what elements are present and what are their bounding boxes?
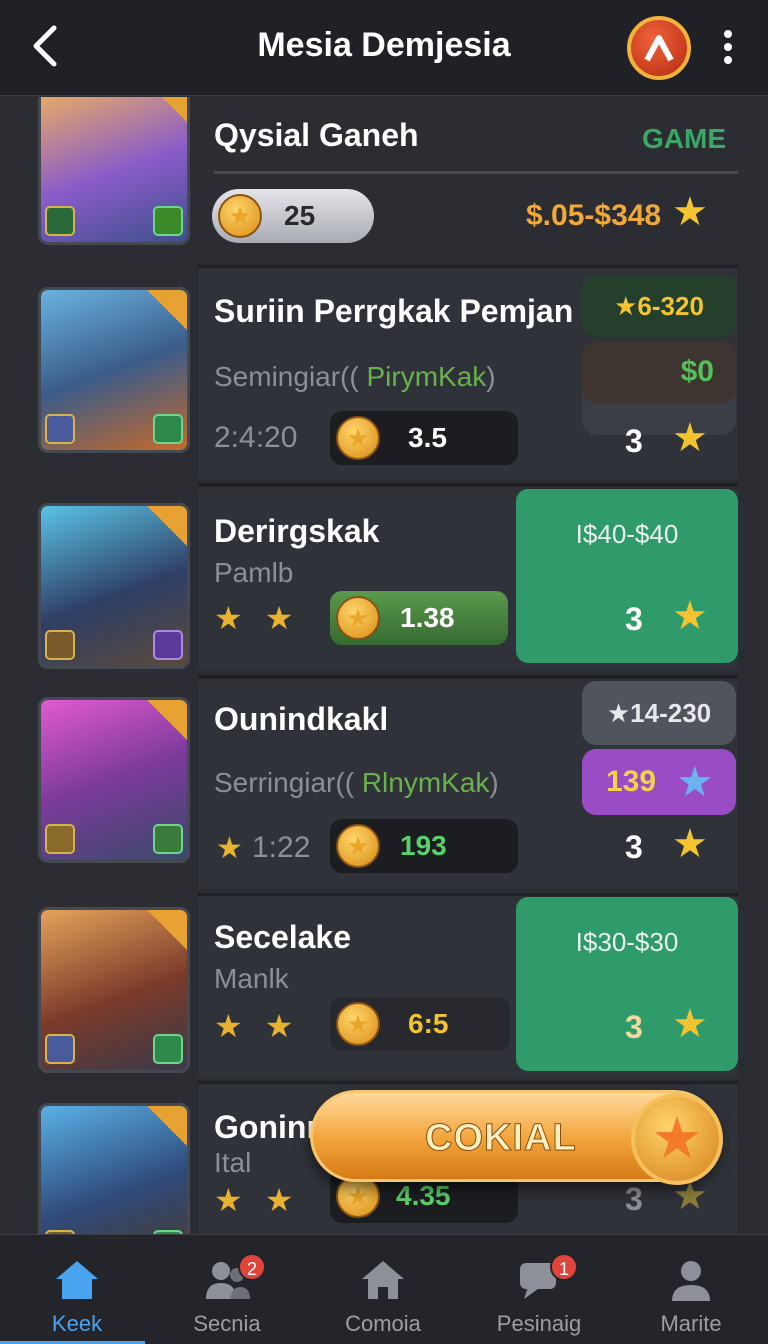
logo-icon: [644, 35, 674, 62]
reward-tag: $0: [582, 341, 736, 403]
game-tag: GAME: [642, 123, 726, 154]
star-icon: ★: [672, 1002, 708, 1046]
list-item[interactable]: Secelake Manlk ★★ 6:5 I$30-$30 3 ★: [0, 897, 768, 1077]
avatar: [38, 1103, 190, 1234]
tab-profile[interactable]: Marite: [614, 1235, 768, 1344]
coin-icon: [336, 1002, 380, 1046]
star-coin-icon: ★: [631, 1093, 723, 1185]
rating-stars: ★★: [214, 1182, 316, 1218]
item-title: Goninı: [214, 1109, 316, 1145]
profile-icon: [672, 1261, 710, 1301]
home-icon: [56, 1261, 98, 1299]
timer: 1:22: [252, 831, 311, 864]
divider: [214, 171, 738, 174]
timer: 2:4:20: [214, 421, 298, 454]
item-subtitle: Pamlb: [214, 557, 294, 588]
notification-badge: 2: [238, 1253, 266, 1281]
list-item[interactable]: Qysial Ganeh GAME 25 $.05-$348 ★: [0, 97, 768, 262]
avatar: [38, 97, 190, 245]
score-tag: ★6-320: [582, 275, 736, 337]
count: 3: [625, 423, 643, 459]
coin-counter[interactable]: 193: [330, 819, 518, 873]
star-icon: ★: [672, 822, 708, 866]
coin-icon: [336, 824, 380, 868]
item-title: Suriin Perrgkak Pemjan: [214, 293, 574, 329]
avatar: [38, 287, 190, 453]
item-subtitle: Serringiar(( RlnymKak): [214, 767, 499, 798]
app-logo[interactable]: [627, 16, 691, 80]
item-subtitle: Manlk: [214, 963, 289, 994]
coin-counter[interactable]: 3.5: [330, 411, 518, 465]
item-subtitle: Semingiar(( PirymKak): [214, 361, 496, 392]
rating-stars: ★★: [214, 600, 316, 636]
rating-stars: ★★: [214, 1008, 316, 1044]
count: 3: [625, 1181, 643, 1217]
avatar: [38, 697, 190, 863]
tab-messages[interactable]: Pesinaig 1: [462, 1235, 616, 1344]
coin-icon: [336, 416, 380, 460]
item-title: Derirgskak: [214, 513, 380, 549]
star-icon: ★: [672, 190, 708, 234]
house-icon: [362, 1261, 404, 1299]
collect-button[interactable]: COKIAL ★: [310, 1090, 723, 1185]
score-tag: ★14-230: [582, 681, 736, 745]
list-item[interactable]: Derirgskak Pamlb ★★ 1.38 I$40-$40 3 ★: [0, 489, 768, 669]
top-bar: Mesia Demjesia: [0, 0, 768, 96]
price-range: $.05-$348: [526, 199, 662, 232]
list-item[interactable]: Suriin Perrgkak Pemjan Semingiar(( Pirym…: [0, 269, 768, 479]
tab-home[interactable]: Keek: [0, 1235, 154, 1344]
avatar: [38, 907, 190, 1073]
more-options-button[interactable]: [716, 26, 740, 70]
coin-counter[interactable]: 6:5: [330, 997, 510, 1051]
bottom-tab-bar: Keek Secnia 2 Comoia Pesinaig 1 Marite: [0, 1234, 768, 1344]
item-subtitle: Ital: [214, 1147, 252, 1178]
avatar: [38, 503, 190, 669]
item-title: Secelake: [214, 919, 352, 955]
star-icon: ★: [672, 416, 708, 460]
tab-social[interactable]: Secnia 2: [150, 1235, 304, 1344]
list-item[interactable]: Ounindkakl Serringiar(( RlnymKak) ★ 1:22…: [0, 681, 768, 889]
coin-icon: [218, 194, 262, 238]
game-list: Qysial Ganeh GAME 25 $.05-$348 ★ Suriin …: [0, 97, 768, 1234]
star-icon: ★: [672, 594, 708, 638]
tab-house[interactable]: Comoia: [306, 1235, 460, 1344]
reward-tag: 139 ★: [582, 749, 736, 815]
coin-counter[interactable]: 25: [212, 189, 374, 243]
count: 3: [625, 829, 643, 865]
coin-icon: [336, 596, 380, 640]
item-title: Ounindkakl: [214, 701, 389, 737]
star-icon: ★: [216, 832, 243, 865]
notification-badge: 1: [550, 1253, 578, 1281]
count: 3: [625, 601, 643, 637]
blue-star-icon: ★: [676, 758, 714, 805]
count: 3: [625, 1009, 643, 1045]
coin-counter[interactable]: 1.38: [330, 591, 508, 645]
item-title: Qysial Ganeh: [214, 117, 419, 153]
